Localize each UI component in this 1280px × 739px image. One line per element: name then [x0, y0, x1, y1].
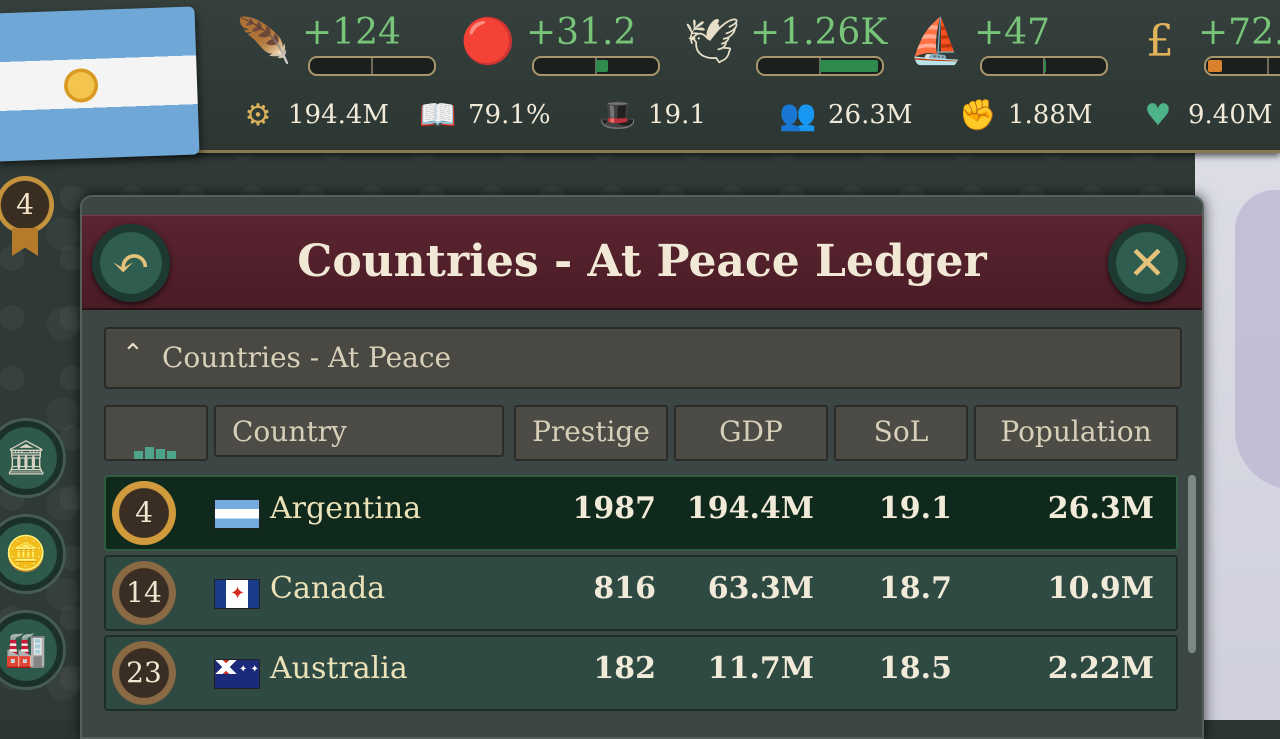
column-header-population[interactable]: Population	[974, 405, 1178, 461]
resource-bar	[308, 56, 436, 76]
rank-badge: 4	[112, 481, 176, 545]
world-map[interactable]	[1195, 150, 1280, 720]
gold-coin-icon: ⚙	[244, 98, 272, 133]
heart-icon: ♥	[1144, 98, 1172, 133]
canada-flag-icon	[214, 579, 260, 609]
gdp-value: 63.3M	[707, 571, 814, 606]
column-header-country[interactable]: Country	[214, 405, 504, 457]
resource-value: +72.	[1198, 12, 1280, 53]
ship-icon: ⛵	[908, 16, 964, 67]
resource-value: +47	[974, 12, 1050, 53]
rank-badge: 14	[112, 561, 176, 625]
prestige-value: 1987	[572, 491, 657, 526]
gdp-value: 11.7M	[707, 651, 814, 686]
sol-value: 18.5	[878, 651, 952, 686]
country-name: Australia	[270, 651, 408, 686]
quill-icon: 🪶	[236, 16, 292, 67]
government-building-icon: 🏛	[4, 438, 48, 478]
resource-bar-fill	[596, 60, 608, 72]
sol-value: 19.1	[878, 491, 952, 526]
gdp-value: 194.4M	[686, 491, 814, 526]
section-label: Countries - At Peace	[162, 341, 452, 374]
column-header-prestige[interactable]: Prestige	[514, 405, 668, 461]
resource-bar	[532, 56, 660, 76]
population-value: 26.3M	[1047, 491, 1154, 526]
stat-value: 9.40M	[1188, 100, 1273, 130]
argentina-flag-icon	[214, 499, 260, 529]
stat-value: 1.88M	[1008, 100, 1093, 130]
panel-title: Countries - At Peace Ledger	[297, 236, 987, 287]
close-button[interactable]: ✕	[1108, 224, 1186, 302]
resource-value: +31.2	[526, 12, 637, 53]
resource-influence[interactable]: 🕊 +1.26K	[684, 12, 888, 82]
resource-money[interactable]: £ +72.	[1132, 12, 1280, 82]
chevron-up-icon: ⌃	[122, 339, 144, 369]
section-toggle[interactable]: ⌃ Countries - At Peace	[104, 327, 1182, 389]
rank-column-header[interactable]	[104, 405, 208, 461]
prestige-value: 182	[593, 651, 656, 686]
coins-icon: 🪙	[4, 534, 48, 574]
stat-value: 194.4M	[288, 100, 390, 130]
stat-value: 26.3M	[828, 100, 913, 130]
ribbon-icon	[12, 228, 38, 256]
fist-icon: ✊	[959, 98, 997, 133]
resource-naval[interactable]: ⛵ +47	[908, 12, 1108, 82]
resource-bar-fill	[1044, 60, 1047, 72]
population-value: 10.9M	[1047, 571, 1154, 606]
country-name: Canada	[270, 571, 386, 606]
panel-header: Countries - At Peace Ledger ↶ ✕	[82, 215, 1202, 310]
resource-bar	[756, 56, 884, 76]
rank-number: 4	[0, 176, 54, 234]
resource-bar-fill	[820, 60, 878, 72]
resource-bar	[980, 56, 1108, 76]
country-name: Argentina	[270, 491, 422, 526]
resource-value: +124	[302, 12, 401, 53]
resource-value: +1.26K	[750, 12, 888, 53]
sun-of-may-icon	[63, 67, 99, 104]
bar-chart-icon	[134, 409, 178, 459]
resource-bureaucracy[interactable]: 🪶 +124	[236, 12, 436, 82]
stat-value: 19.1	[648, 100, 706, 130]
scrollbar[interactable]	[1188, 475, 1196, 653]
back-button[interactable]: ↶	[92, 224, 170, 302]
table-row[interactable]: 4 Argentina 1987 194.4M 19.1 26.3M	[104, 475, 1178, 551]
table-row[interactable]: 23 Australia 182 11.7M 18.5 2.22M	[104, 635, 1178, 711]
factory-icon: 🏭	[4, 630, 48, 670]
rank-badge[interactable]: 4	[0, 176, 58, 260]
australia-flag-icon	[214, 659, 260, 689]
map-landmass	[1235, 190, 1280, 490]
ledger-panel: Countries - At Peace Ledger ↶ ✕ ⌃ Countr…	[80, 195, 1204, 739]
prestige-value: 816	[593, 571, 656, 606]
population-value: 2.22M	[1047, 651, 1154, 686]
column-header-gdp[interactable]: GDP	[674, 405, 828, 461]
resource-bar	[1204, 56, 1280, 76]
rank-badge: 23	[112, 641, 176, 705]
country-flag[interactable]	[0, 6, 200, 162]
stat-value: 79.1%	[468, 100, 551, 130]
pound-icon: £	[1146, 16, 1174, 67]
population-icon: 👥	[779, 98, 817, 133]
column-header-sol[interactable]: SoL	[834, 405, 968, 461]
book-icon: 📖	[419, 98, 457, 133]
table-row[interactable]: 14 Canada 816 63.3M 18.7 10.9M	[104, 555, 1178, 631]
close-icon: ✕	[1127, 236, 1167, 290]
back-arrow-icon: ↶	[111, 236, 151, 290]
resource-authority[interactable]: 🔴 +31.2	[460, 12, 660, 82]
resource-bar-fill	[1208, 60, 1223, 72]
hat-icon: 🎩	[599, 98, 637, 133]
sol-value: 18.7	[878, 571, 952, 606]
dove-icon: 🕊	[684, 16, 740, 67]
wax-seal-icon: 🔴	[460, 16, 516, 67]
